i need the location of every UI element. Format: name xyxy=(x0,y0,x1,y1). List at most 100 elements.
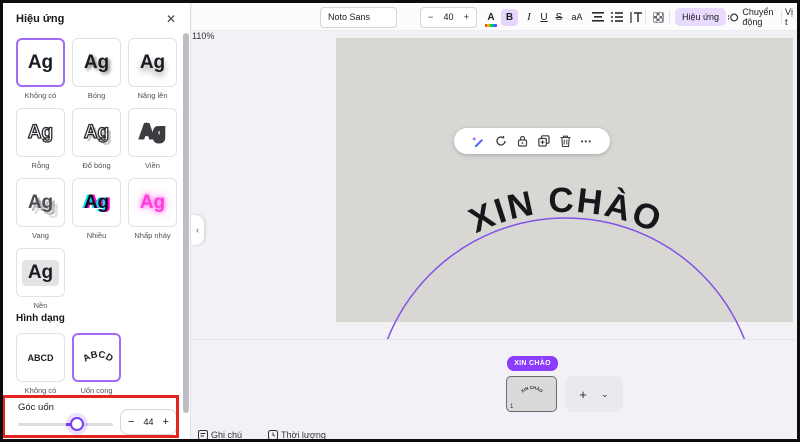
effect-shadow-tile[interactable]: Ag xyxy=(72,38,121,87)
shape-curve[interactable]: ABCD Uốn cong xyxy=(72,333,121,395)
chevron-down-icon[interactable]: ⌄ xyxy=(601,389,609,400)
shape-none-tile[interactable]: ABCD xyxy=(16,333,65,382)
rotate-button[interactable] xyxy=(495,135,507,147)
spacing-icon xyxy=(630,12,643,23)
effect-neon[interactable]: Ag Nhấp nháy xyxy=(128,178,177,240)
effect-lift[interactable]: Ag Nâng lên xyxy=(128,38,177,100)
text-toolbar: Noto Sans − 40 + A B I U S aA xyxy=(192,3,797,31)
position-button[interactable]: Vị t xyxy=(785,3,797,31)
alignment-button[interactable] xyxy=(590,3,606,31)
shape-curve-tile[interactable]: ABCD xyxy=(72,333,121,382)
font-name: Noto Sans xyxy=(328,12,370,22)
toolbar-separator xyxy=(669,10,670,24)
panel-scrollbar[interactable] xyxy=(183,33,189,413)
shape-label: Không có xyxy=(16,386,65,395)
panel-title: Hiệu ứng xyxy=(16,13,64,25)
bold-button[interactable]: B xyxy=(501,9,518,26)
magic-pencil-icon xyxy=(472,135,485,148)
notes-label: Ghi chú xyxy=(211,430,242,440)
magic-edit-button[interactable] xyxy=(472,135,485,148)
align-center-icon xyxy=(592,12,604,22)
text-color-button[interactable]: A xyxy=(483,3,499,31)
shape-grid: ABCD Không có ABCD Uốn cong xyxy=(16,333,121,395)
curve-angle-slider[interactable] xyxy=(18,417,113,431)
chevron-left-icon: ‹ xyxy=(196,225,199,235)
effect-none[interactable]: Ag Không có xyxy=(16,38,65,100)
shape-section-title: Hình dạng xyxy=(16,313,65,324)
rainbow-color-bar xyxy=(485,24,497,27)
notes-button[interactable]: Ghi chú xyxy=(198,430,242,440)
selected-element-badge[interactable]: XIN CHÀO xyxy=(507,356,558,371)
animate-icon xyxy=(728,12,738,23)
effect-hollow[interactable]: Ag Rỗng xyxy=(16,108,65,170)
workspace-divider xyxy=(192,339,797,340)
curve-angle-stepper: − 44 + xyxy=(120,409,177,435)
effect-outline[interactable]: Ag Viền xyxy=(128,108,177,170)
design-canvas[interactable] xyxy=(336,38,793,322)
duration-label: Thời lượng xyxy=(281,430,326,440)
lock-icon xyxy=(517,135,528,147)
close-icon[interactable]: ✕ xyxy=(162,10,180,28)
stepper-plus-button[interactable]: + xyxy=(163,417,169,427)
effect-background[interactable]: Ag Nền xyxy=(16,248,65,310)
effects-grid: Ag Không có Ag Bóng Ag Nâng lên Ag Rỗng … xyxy=(16,38,177,310)
list-button[interactable] xyxy=(609,3,625,31)
letter-spacing-button[interactable] xyxy=(628,3,644,31)
add-page-button[interactable]: + xyxy=(579,387,587,402)
effect-outline-tile[interactable]: Ag xyxy=(128,108,177,157)
toolbar-separator xyxy=(645,10,646,24)
font-size-stepper: − 40 + xyxy=(420,7,477,28)
italic-button[interactable]: I xyxy=(523,3,535,31)
page-number: 1 xyxy=(510,404,513,410)
text-case-button[interactable]: aA xyxy=(569,3,585,31)
effect-splice-tile[interactable]: Ag xyxy=(72,108,121,157)
bullet-list-icon xyxy=(611,12,623,22)
effect-label: Nhiều xyxy=(72,231,121,240)
effect-shadow[interactable]: Ag Bóng xyxy=(72,38,121,100)
slider-thumb[interactable] xyxy=(70,417,84,431)
page-thumbnail[interactable]: XIN CHÀO 1 xyxy=(506,376,557,412)
effect-lift-tile[interactable]: Ag xyxy=(128,38,177,87)
effect-label: Rỗng xyxy=(16,161,65,170)
effect-sample: Ag xyxy=(22,260,59,286)
effect-neon-tile[interactable]: Ag xyxy=(128,178,177,227)
transparency-icon xyxy=(653,12,664,23)
font-size-plus-button[interactable]: + xyxy=(464,12,469,22)
effect-label: Vang xyxy=(16,231,65,240)
shape-label: Uốn cong xyxy=(72,386,121,395)
effect-background-tile[interactable]: Ag xyxy=(16,248,65,297)
font-size-value[interactable]: 40 xyxy=(443,12,453,22)
delete-button[interactable] xyxy=(560,135,571,147)
panel-collapse-handle[interactable]: ‹ xyxy=(191,215,204,245)
effect-splice[interactable]: Ag Đổ bóng xyxy=(72,108,121,170)
effect-label: Nhấp nháy xyxy=(128,231,177,240)
more-options-button[interactable]: ••• xyxy=(581,137,592,146)
effect-label: Đổ bóng xyxy=(72,161,121,170)
effect-hollow-tile[interactable]: Ag xyxy=(16,108,65,157)
underline-button[interactable]: U xyxy=(538,3,550,31)
font-size-minus-button[interactable]: − xyxy=(428,12,433,22)
effect-glitch[interactable]: Ag Nhiều xyxy=(72,178,121,240)
duration-button[interactable]: Thời lượng xyxy=(268,430,326,440)
effect-echo-tile[interactable]: Ag xyxy=(16,178,65,227)
stepper-minus-button[interactable]: − xyxy=(128,417,134,427)
effect-glitch-tile[interactable]: Ag xyxy=(72,178,121,227)
toolbar-separator xyxy=(781,10,782,24)
effect-echo[interactable]: Ag Vang xyxy=(16,178,65,240)
thumbnail-preview: XIN CHÀO xyxy=(507,377,556,410)
effect-label: Bóng xyxy=(72,91,121,100)
font-select[interactable]: Noto Sans xyxy=(320,7,397,28)
duplicate-button[interactable] xyxy=(538,135,550,147)
effect-label: Nâng lên xyxy=(128,91,177,100)
workspace: XIN CHÀO xyxy=(192,31,797,442)
lock-button[interactable] xyxy=(517,135,528,147)
panel-header: Hiệu ứng ✕ xyxy=(16,9,180,29)
strikethrough-button[interactable]: S xyxy=(553,3,565,31)
curve-angle-value[interactable]: 44 xyxy=(143,417,153,427)
shape-none[interactable]: ABCD Không có xyxy=(16,333,65,395)
effect-label: Nền xyxy=(16,301,65,310)
transparency-button[interactable] xyxy=(651,3,665,31)
svg-text:ABCD: ABCD xyxy=(81,349,115,364)
svg-text:XIN CHÀO: XIN CHÀO xyxy=(520,385,544,394)
effect-none-tile[interactable]: Ag xyxy=(16,38,65,87)
